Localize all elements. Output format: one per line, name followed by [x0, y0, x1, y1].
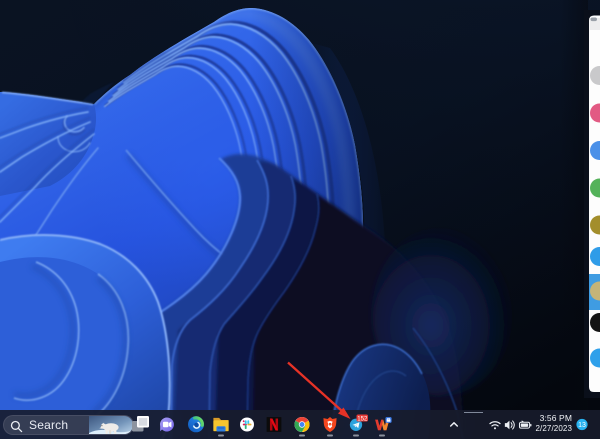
svg-text:13: 13 [578, 422, 586, 429]
